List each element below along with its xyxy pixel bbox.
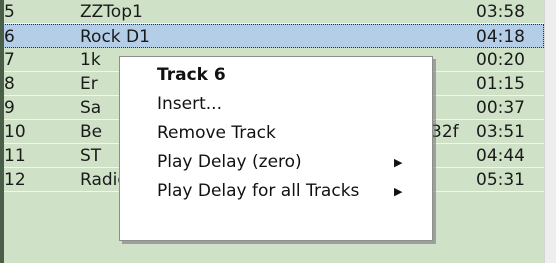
track-number: 12 bbox=[4, 170, 26, 190]
track-row-selected[interactable]: 6 Rock D1 04:18 bbox=[0, 24, 544, 48]
track-number: 9 bbox=[4, 98, 15, 118]
track-number: 10 bbox=[4, 122, 26, 142]
track-duration: 04:18 bbox=[476, 27, 525, 47]
track-duration: 00:37 bbox=[476, 98, 525, 118]
track-title: 1k bbox=[80, 50, 101, 70]
menu-item-play-delay-all[interactable]: Play Delay for all Tracks ▶ bbox=[120, 177, 432, 206]
track-number: 6 bbox=[4, 27, 15, 47]
track-duration: 00:20 bbox=[476, 50, 525, 70]
menu-item-insert[interactable]: Insert... bbox=[120, 90, 432, 119]
track-title-overflow: 32f bbox=[431, 122, 459, 142]
menu-item-play-delay[interactable]: Play Delay (zero) ▶ bbox=[120, 148, 432, 177]
track-duration: 05:31 bbox=[476, 170, 525, 190]
track-number: 7 bbox=[4, 50, 15, 70]
menu-header-track: Track 6 bbox=[157, 65, 226, 85]
track-duration: 01:15 bbox=[476, 74, 525, 94]
track-row[interactable]: 5 ZZTop1 03:58 bbox=[0, 0, 544, 24]
track-title: Sa bbox=[80, 98, 102, 118]
list-left-border bbox=[0, 0, 4, 263]
track-number: 5 bbox=[4, 2, 15, 22]
track-number: 11 bbox=[4, 146, 26, 166]
menu-item-play-delay-label: Play Delay (zero) bbox=[157, 152, 302, 172]
track-title: ZZTop1 bbox=[80, 2, 143, 22]
track-title: Er bbox=[80, 74, 98, 94]
menu-item-remove-track[interactable]: Remove Track bbox=[120, 119, 432, 148]
submenu-arrow-icon: ▶ bbox=[394, 156, 403, 169]
track-duration: 03:51 bbox=[476, 122, 525, 142]
track-duration: 03:58 bbox=[476, 2, 525, 22]
track-title: Rock D1 bbox=[80, 27, 150, 47]
submenu-arrow-icon: ▶ bbox=[394, 185, 403, 198]
context-menu[interactable]: Track 6 Insert... Remove Track Play Dela… bbox=[119, 56, 433, 241]
track-duration: 04:44 bbox=[476, 146, 525, 166]
track-number: 8 bbox=[4, 74, 15, 94]
vertical-scrollbar[interactable] bbox=[544, 0, 556, 263]
track-title: ST bbox=[80, 146, 102, 166]
menu-item-play-delay-all-label: Play Delay for all Tracks bbox=[157, 181, 360, 201]
track-title: Be bbox=[80, 122, 103, 142]
